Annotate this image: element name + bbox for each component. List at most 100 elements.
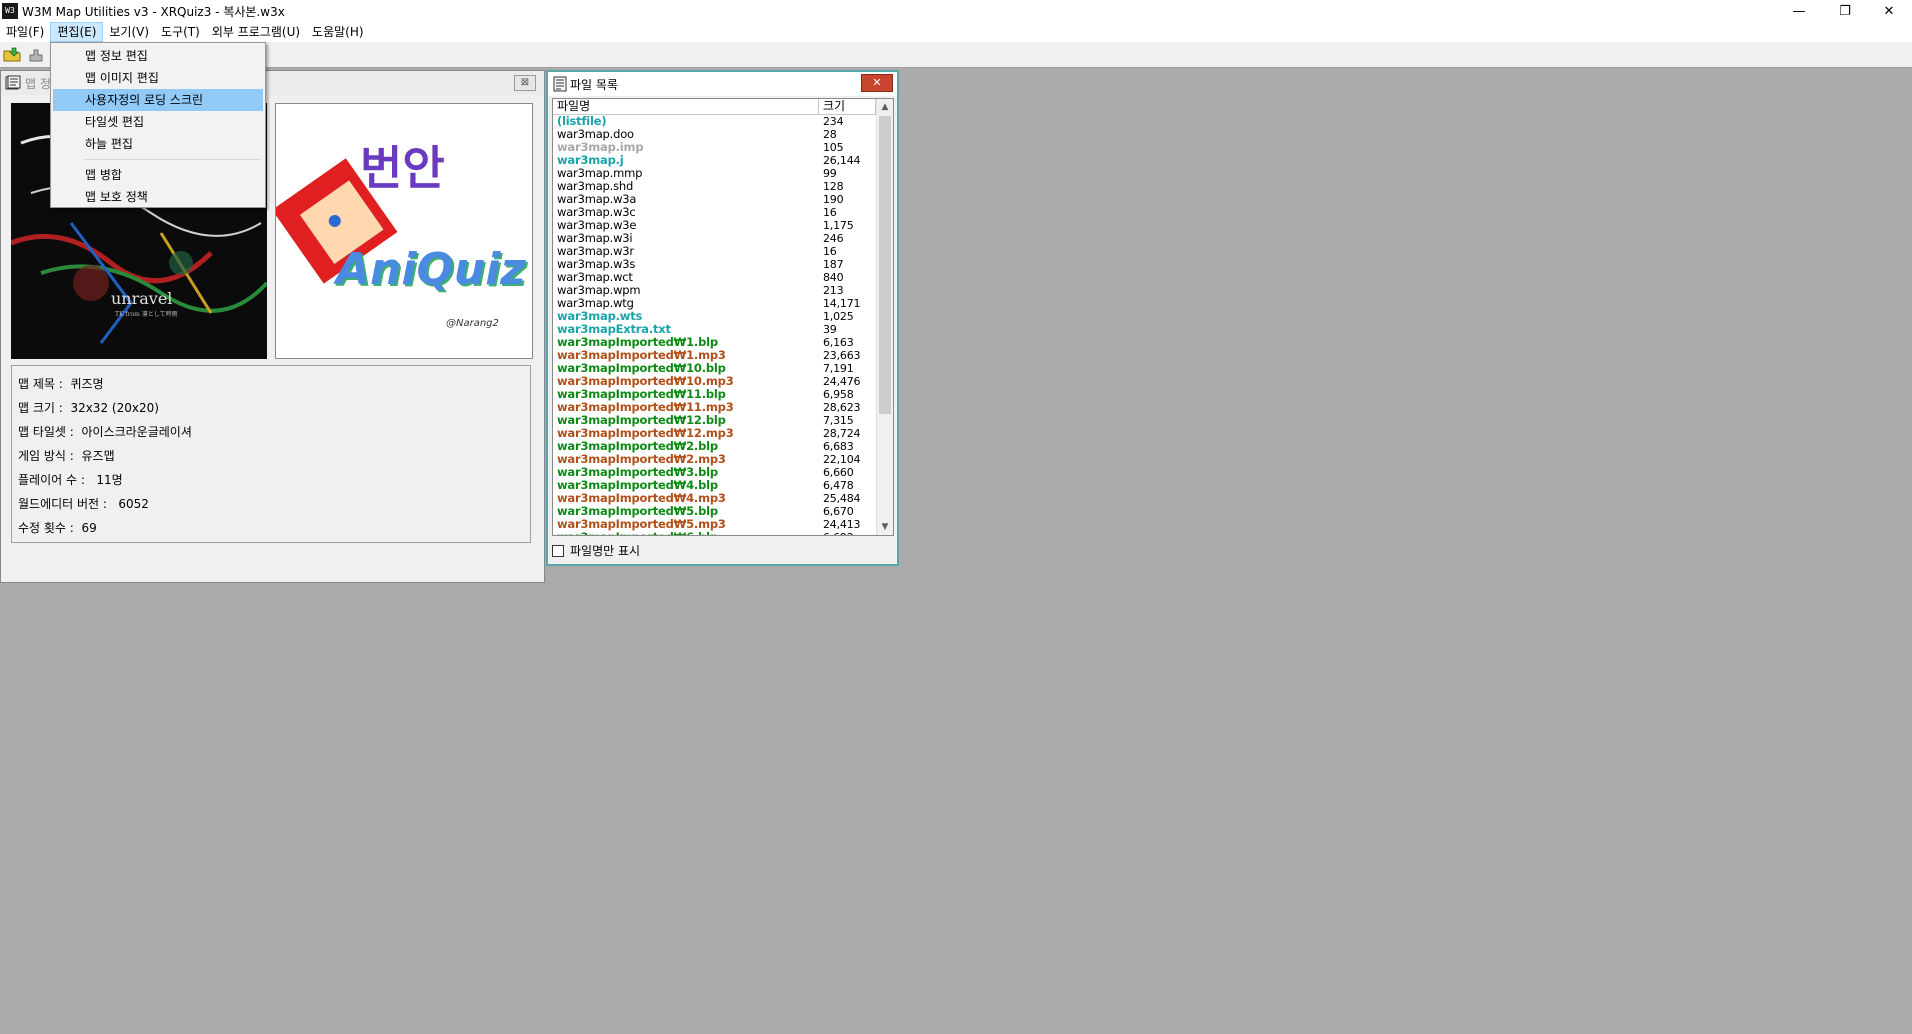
file-list-close-button[interactable]: ✕ (861, 74, 893, 92)
table-row[interactable]: war3mapImported₩1.mp3 23,663 (553, 349, 893, 362)
menu-item-merge-map[interactable]: 맵 병합 (53, 164, 263, 186)
file-size: 187 (823, 258, 844, 271)
checkbox-box[interactable] (552, 544, 564, 557)
table-row[interactable]: war3mapExtra.txt 39 (553, 323, 893, 336)
info-game-mode: 게임 방식 : 유즈맵 (18, 449, 115, 463)
table-row[interactable]: war3mapImported₩11.mp3 28,623 (553, 401, 893, 414)
menu-separator (85, 159, 261, 160)
file-list-scrollbar[interactable]: ▲ ▼ (876, 99, 893, 535)
table-row[interactable]: war3mapImported₩2.blp 6,683 (553, 440, 893, 453)
info-editor-version: 월드에디터 버전 : 6052 (18, 497, 149, 511)
file-name: war3map.doo (557, 128, 634, 141)
table-row[interactable]: war3map.w3s 187 (553, 258, 893, 271)
table-row[interactable]: war3mapImported₩5.mp3 24,413 (553, 518, 893, 531)
file-name: war3mapImported₩10.mp3 (557, 375, 734, 388)
file-name: war3map.w3c (557, 206, 636, 219)
table-row[interactable]: war3mapImported₩11.blp 6,958 (553, 388, 893, 401)
file-name: war3mapExtra.txt (557, 323, 671, 336)
preview-subtitle-text: TK from 凛として時雨 (115, 311, 178, 318)
file-size: 6,692 (819, 531, 876, 535)
table-row[interactable]: war3map.w3e 1,175 (553, 219, 893, 232)
table-row[interactable]: war3map.imp 105 (553, 141, 893, 154)
file-size: 234 (823, 115, 844, 128)
title-bar[interactable]: W3 W3M Map Utilities v3 - XRQuiz3 - 복사본.… (0, 0, 1912, 22)
menu-file[interactable]: 파일(F) (0, 22, 50, 42)
table-row[interactable]: war3map.wtg 14,171 (553, 297, 893, 310)
menu-item-edit-tileset[interactable]: 타일셋 편집 (53, 111, 263, 133)
close-button[interactable]: ✕ (1866, 0, 1912, 22)
file-name: war3mapImported₩2.blp (557, 440, 718, 453)
map-info-panel: 맵 제목 : 퀴즈명 맵 크기 : 32x32 (20x20) 맵 타일셋 : … (11, 365, 531, 543)
menu-bar: 파일(F) 편집(E) 보기(V) 도구(T) 외부 프로그램(U) 도움말(H… (0, 22, 1912, 42)
table-row[interactable]: war3map.doo 28 (553, 128, 893, 141)
menu-item-map-protection[interactable]: 맵 보호 정책 (53, 186, 263, 208)
menu-view[interactable]: 보기(V) (103, 22, 155, 42)
menu-item-edit-map-info[interactable]: 맵 정보 편집 (53, 45, 263, 67)
scrollbar-thumb[interactable] (879, 116, 891, 414)
file-size: 6,683 (823, 440, 854, 453)
file-size: 26,144 (823, 154, 861, 167)
menu-item-edit-map-image[interactable]: 맵 이미지 편집 (53, 67, 263, 89)
file-list-rows: (listfile) 234 war3map.doo 28 war3map.imp 105… (553, 115, 893, 535)
table-row[interactable]: war3map.w3a 190 (553, 193, 893, 206)
file-name: war3mapImported₩1.mp3 (557, 349, 726, 362)
column-header-filename[interactable]: 파일명 (553, 99, 819, 114)
table-row[interactable]: war3map.shd 128 (553, 180, 893, 193)
file-name: war3map.wts (557, 310, 643, 323)
column-header-size[interactable]: 크기 (819, 99, 876, 114)
minimize-button[interactable]: — (1776, 0, 1822, 22)
file-size: 16 (823, 206, 837, 219)
tool-icon[interactable] (26, 45, 46, 65)
table-row[interactable]: war3map.w3r 16 (553, 245, 893, 258)
menu-item-edit-sky[interactable]: 하늘 편집 (53, 133, 263, 155)
table-row[interactable]: war3map.wpm 213 (553, 284, 893, 297)
info-map-title: 맵 제목 : 퀴즈명 (18, 377, 104, 391)
table-row[interactable]: (listfile) 234 (553, 115, 893, 128)
file-size: 1,025 (823, 310, 854, 323)
file-size: 6,958 (823, 388, 854, 401)
table-row[interactable]: war3mapImported₩3.blp 6,660 (553, 466, 893, 479)
menu-item-custom-loading-screen[interactable]: 사용자정의 로딩 스크린 (53, 89, 263, 111)
table-row[interactable]: war3map.w3c 16 (553, 206, 893, 219)
open-folder-icon[interactable] (2, 45, 22, 65)
table-row[interactable]: war3map.mmp 99 (553, 167, 893, 180)
file-name: war3mapImported₩5.blp (557, 505, 718, 518)
loading-screen-signature: @Narang2 (446, 318, 499, 329)
table-row[interactable]: war3mapImported₩10.mp3 24,476 (553, 375, 893, 388)
table-row[interactable]: war3map.wct 840 (553, 271, 893, 284)
table-row[interactable]: war3mapImported₩4.mp3 25,484 (553, 492, 893, 505)
table-row[interactable]: war3mapImported₩12.blp 7,315 (553, 414, 893, 427)
file-size: 14,171 (823, 297, 861, 310)
table-row[interactable]: war3map.w3i 246 (553, 232, 893, 245)
table-row[interactable]: war3mapImported₩4.blp 6,478 (553, 479, 893, 492)
table-row[interactable]: war3mapImported₩12.mp3 28,724 (553, 427, 893, 440)
menu-help[interactable]: 도움말(H) (306, 22, 370, 42)
table-row[interactable]: war3mapImported₩2.mp3 22,104 (553, 453, 893, 466)
table-row[interactable]: war3mapImported₩6.blp6,692 (553, 531, 893, 535)
scroll-up-icon[interactable]: ▲ (877, 99, 893, 115)
file-size: 22,104 (823, 453, 861, 466)
file-size: 6,670 (823, 505, 854, 518)
file-name: war3map.wct (557, 271, 633, 284)
file-size: 28,724 (823, 427, 861, 440)
table-row[interactable]: war3mapImported₩5.blp 6,670 (553, 505, 893, 518)
menu-external-programs[interactable]: 외부 프로그램(U) (206, 22, 306, 42)
scroll-down-icon[interactable]: ▼ (877, 519, 893, 535)
info-player-count: 플레이어 수 : 11명 (18, 473, 123, 487)
file-list-header: 파일명 크기 (553, 99, 893, 115)
restore-button[interactable]: ❐ (1822, 0, 1868, 22)
show-names-only-checkbox[interactable]: 파일명만 표시 (552, 542, 640, 559)
file-list[interactable]: 파일명 크기 (listfile) 234 war3map.doo 28 war3map… (552, 98, 894, 536)
menu-tools[interactable]: 도구(T) (155, 22, 206, 42)
table-row[interactable]: war3map.j 26,144 (553, 154, 893, 167)
file-size: 6,660 (823, 466, 854, 479)
app-icon: W3 (2, 3, 18, 19)
menu-edit[interactable]: 편집(E) (50, 22, 104, 42)
file-list-titlebar[interactable]: 파일 목록 ✕ (548, 72, 897, 96)
table-row[interactable]: war3mapImported₩10.blp 7,191 (553, 362, 893, 375)
table-row[interactable]: war3map.wts 1,025 (553, 310, 893, 323)
table-row[interactable]: war3mapImported₩1.blp 6,163 (553, 336, 893, 349)
map-info-close-button[interactable]: ⊠ (514, 75, 536, 91)
preview-title-text: unravel (111, 289, 173, 308)
file-name: war3mapImported₩11.blp (557, 388, 726, 401)
